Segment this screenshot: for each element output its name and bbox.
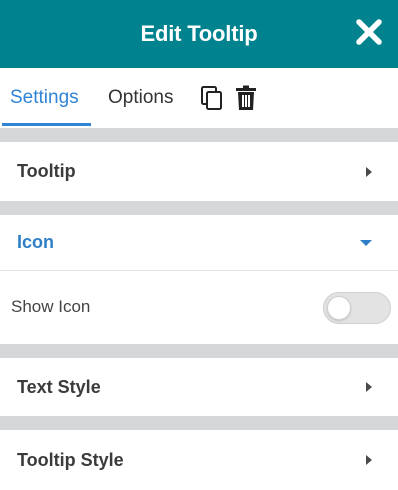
delete-button[interactable]: [231, 83, 261, 113]
caret-right-icon: [366, 382, 372, 392]
close-icon: [356, 19, 382, 45]
toggle-knob: [327, 296, 351, 320]
section-tooltip-label: Tooltip: [17, 161, 76, 181]
trash-icon: [236, 85, 256, 110]
section-divider: [0, 344, 398, 358]
panel-header: Edit Tooltip: [0, 0, 398, 68]
show-icon-toggle[interactable]: [323, 292, 391, 324]
panel-title: Edit Tooltip: [140, 21, 258, 46]
section-tooltip[interactable]: Tooltip: [0, 142, 398, 201]
section-icon-label: Icon: [17, 232, 55, 252]
section-tooltip-style-label: Tooltip Style: [17, 449, 124, 470]
tab-options[interactable]: Options: [91, 68, 193, 128]
show-icon-label: Show Icon: [11, 297, 91, 316]
section-icon[interactable]: Icon: [0, 215, 398, 271]
duplicate-button[interactable]: [197, 83, 227, 113]
section-divider: [0, 128, 398, 142]
section-divider: [0, 416, 398, 430]
section-text-style[interactable]: Text Style: [0, 358, 398, 416]
caret-right-icon: [366, 455, 372, 465]
show-icon-row: Show Icon: [0, 272, 398, 344]
copy-icon: [201, 86, 222, 110]
close-button[interactable]: [354, 17, 384, 47]
tab-bar: Settings Options: [0, 68, 398, 128]
section-text-style-label: Text Style: [17, 376, 101, 397]
section-tooltip-style[interactable]: Tooltip Style: [0, 430, 398, 490]
section-divider: [0, 201, 398, 215]
caret-down-icon: [360, 239, 372, 246]
tab-settings[interactable]: Settings: [0, 68, 91, 128]
caret-right-icon: [366, 166, 372, 177]
